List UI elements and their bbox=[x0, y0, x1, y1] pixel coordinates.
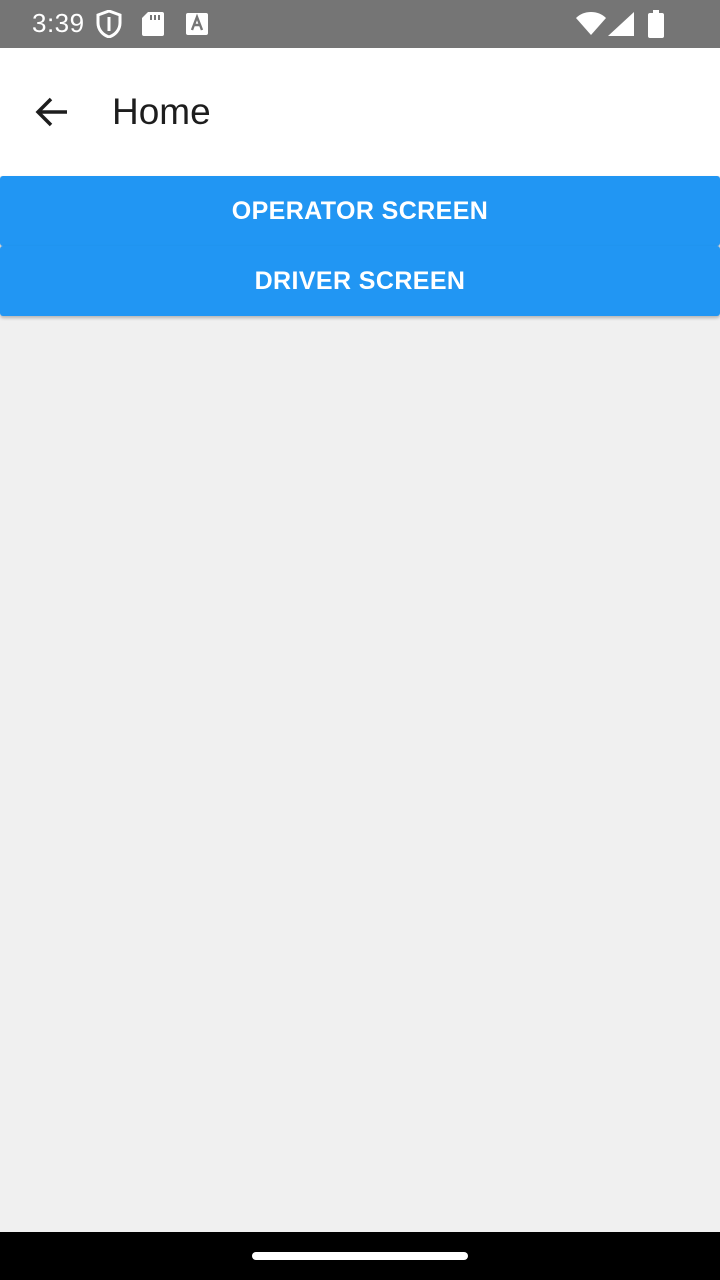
arrow-back-icon bbox=[35, 97, 67, 127]
app-bar: Home bbox=[0, 48, 720, 176]
screen: 3:39 Home OPERATOR SCREEN DRIVER SCREEN bbox=[0, 0, 720, 1280]
wifi-icon bbox=[576, 12, 606, 35]
driver-screen-button[interactable]: DRIVER SCREEN bbox=[0, 246, 720, 316]
signal-icon bbox=[608, 12, 634, 36]
shield-icon bbox=[96, 10, 122, 38]
sd-card-icon bbox=[142, 12, 164, 36]
home-gesture-handle[interactable] bbox=[252, 1252, 468, 1260]
operator-screen-button[interactable]: OPERATOR SCREEN bbox=[0, 176, 720, 246]
page-title: Home bbox=[112, 91, 211, 132]
battery-icon bbox=[648, 10, 664, 38]
status-bar: 3:39 bbox=[0, 0, 720, 48]
font-a-icon bbox=[186, 13, 208, 35]
back-button[interactable] bbox=[20, 80, 84, 144]
status-time: 3:39 bbox=[32, 8, 85, 38]
system-nav-bar bbox=[0, 1232, 720, 1280]
